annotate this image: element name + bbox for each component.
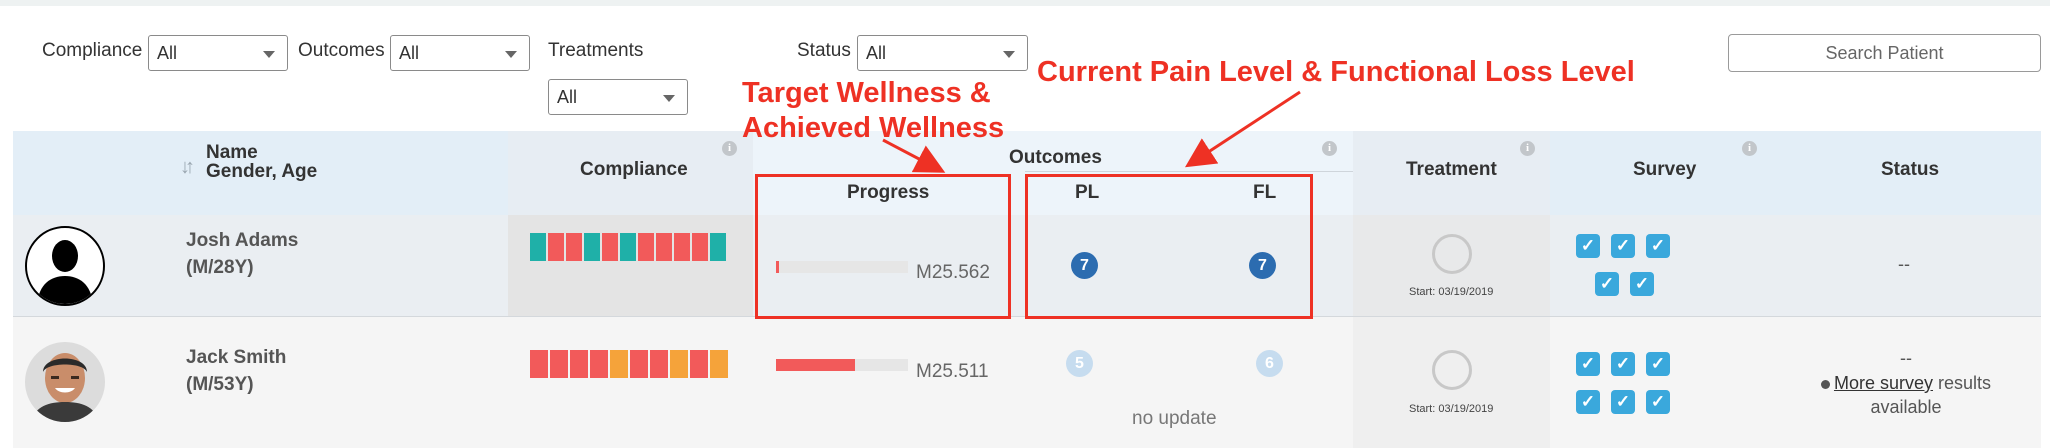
wellness-arrow-icon — [882, 138, 946, 173]
pain-level-arrow-icon — [1184, 90, 1301, 168]
annotation-arrows — [882, 90, 1301, 173]
